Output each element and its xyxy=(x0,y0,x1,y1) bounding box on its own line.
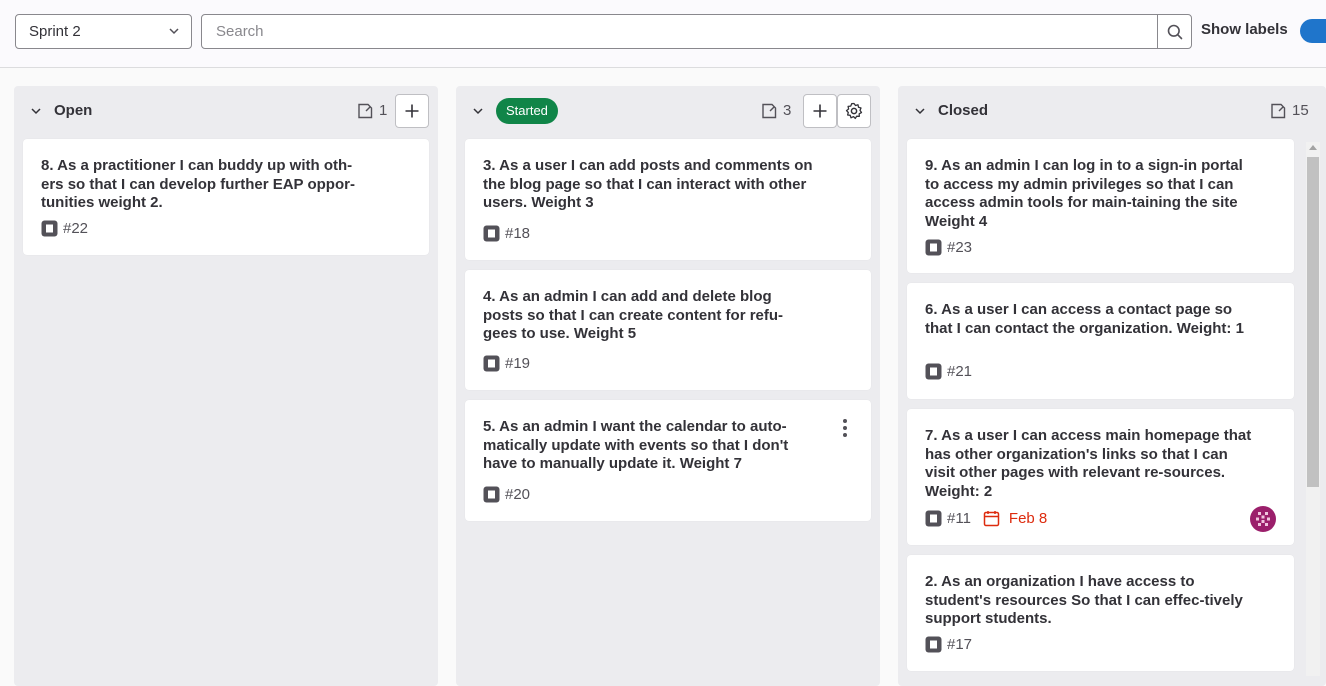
issue-type-icon xyxy=(41,220,58,237)
issue-card-title[interactable]: 8. As a practitioner I can buddy up with… xyxy=(41,157,371,213)
board-filter-bar: Sprint 2 Show labels xyxy=(0,0,1326,68)
scrollbar-thumb[interactable] xyxy=(1307,157,1319,487)
board-list-started: Started 3 3. As a user I can add posts a… xyxy=(456,86,880,686)
show-labels-label: Show labels xyxy=(1201,21,1288,38)
plus-icon xyxy=(405,104,419,118)
issue-type-icon xyxy=(925,239,942,256)
issue-card[interactable]: 6. As a user I can access a contact page… xyxy=(907,283,1294,399)
issue-card-meta: #11 Feb 8 xyxy=(925,510,1047,527)
issue-card-title[interactable]: 5. As an admin I want the calendar to au… xyxy=(483,418,813,474)
issues-icon xyxy=(358,103,373,118)
issue-count: 1 xyxy=(357,102,387,119)
list-header: Open 1 xyxy=(14,86,438,136)
assignee-avatar[interactable] xyxy=(1250,506,1276,532)
issues-icon xyxy=(762,103,777,118)
issue-card-meta: #20 xyxy=(483,486,530,503)
issues-icon xyxy=(1271,103,1286,118)
issue-count: 3 xyxy=(761,102,791,119)
gear-icon xyxy=(845,102,863,120)
issue-card[interactable]: 4. As an admin I can add and delete blog… xyxy=(465,270,871,390)
issue-card[interactable]: 8. As a practitioner I can buddy up with… xyxy=(23,139,429,255)
issue-type-icon xyxy=(483,355,500,372)
issue-card-meta: #22 xyxy=(41,220,88,237)
issue-type-icon xyxy=(925,636,942,653)
plus-icon xyxy=(813,104,827,118)
show-labels-toggle[interactable] xyxy=(1300,19,1326,43)
closed-list-scrollbar[interactable] xyxy=(1306,142,1320,676)
issue-count-value: 3 xyxy=(783,102,792,119)
scroll-up-arrow-icon[interactable] xyxy=(1309,145,1317,150)
issue-card[interactable]: 3. As a user I can add posts and comment… xyxy=(465,139,871,260)
issue-card-title[interactable]: 4. As an admin I can add and delete blog… xyxy=(483,288,813,344)
issue-card-title[interactable]: 9. As an admin I can log in to a sign-in… xyxy=(925,157,1255,231)
issue-reference: #21 xyxy=(947,363,973,380)
new-issue-button[interactable] xyxy=(395,94,429,128)
issue-reference: #19 xyxy=(505,355,531,372)
board-list-closed: Closed 15 9. As an admin I can log in to… xyxy=(898,86,1326,686)
issue-card[interactable]: 2. As an organization I have access to s… xyxy=(907,555,1294,671)
issue-card-meta: #23 xyxy=(925,239,972,256)
issue-type-icon xyxy=(925,510,942,527)
more-actions-icon[interactable] xyxy=(837,418,853,438)
issue-type-icon xyxy=(483,225,500,242)
issue-reference: #18 xyxy=(505,225,531,242)
chevron-down-icon[interactable] xyxy=(914,105,926,117)
list-title: Closed xyxy=(938,102,989,119)
list-title-badge: Started xyxy=(496,98,558,124)
issue-type-icon xyxy=(925,363,942,380)
issue-card-meta: #21 xyxy=(925,363,972,380)
search-button[interactable] xyxy=(1157,15,1191,48)
issue-reference: #23 xyxy=(947,239,973,256)
search-box xyxy=(201,14,1192,49)
issue-reference: #20 xyxy=(505,486,531,503)
issue-card-title[interactable]: 2. As an organization I have access to s… xyxy=(925,573,1255,629)
issue-card[interactable]: 5. As an admin I want the calendar to au… xyxy=(465,400,871,521)
search-icon xyxy=(1167,24,1182,39)
new-issue-button[interactable] xyxy=(803,94,837,128)
list-header: Closed 15 xyxy=(898,86,1326,136)
issue-card-meta: #17 xyxy=(925,636,972,653)
iteration-dropdown[interactable]: Sprint 2 xyxy=(15,14,192,49)
issue-type-icon xyxy=(483,486,500,503)
due-date: Feb 8 xyxy=(983,510,1047,527)
list-settings-button[interactable] xyxy=(837,94,871,128)
due-date-value: Feb 8 xyxy=(1008,510,1048,527)
issue-card[interactable]: 7. As a user I can access main homepage … xyxy=(907,409,1294,545)
issue-card-title[interactable]: 7. As a user I can access main homepage … xyxy=(925,427,1255,501)
board-list-open: Open 1 8. As a practitioner I can buddy … xyxy=(14,86,438,686)
issue-card-meta: #18 xyxy=(483,225,530,242)
issue-count-value: 1 xyxy=(379,102,388,119)
issue-reference: #17 xyxy=(947,636,973,653)
issue-reference: #11 xyxy=(947,510,971,527)
issue-card-title[interactable]: 6. As a user I can access a contact page… xyxy=(925,301,1255,338)
issue-card-title[interactable]: 3. As a user I can add posts and comment… xyxy=(483,157,813,213)
issue-reference: #22 xyxy=(63,220,89,237)
list-title: Open xyxy=(54,102,93,119)
chevron-down-icon[interactable] xyxy=(472,105,484,117)
avatar-pattern-icon xyxy=(1256,512,1270,526)
list-header: Started 3 xyxy=(456,86,880,136)
search-input[interactable] xyxy=(202,15,1158,48)
issue-count: 15 xyxy=(1270,102,1309,119)
chevron-down-icon xyxy=(169,28,179,35)
issue-card[interactable]: 9. As an admin I can log in to a sign-in… xyxy=(907,139,1294,273)
issue-card-meta: #19 xyxy=(483,355,530,372)
calendar-icon xyxy=(983,511,1000,527)
chevron-down-icon[interactable] xyxy=(30,105,42,117)
issue-count-value: 15 xyxy=(1292,102,1309,119)
iteration-dropdown-value: Sprint 2 xyxy=(29,23,81,40)
